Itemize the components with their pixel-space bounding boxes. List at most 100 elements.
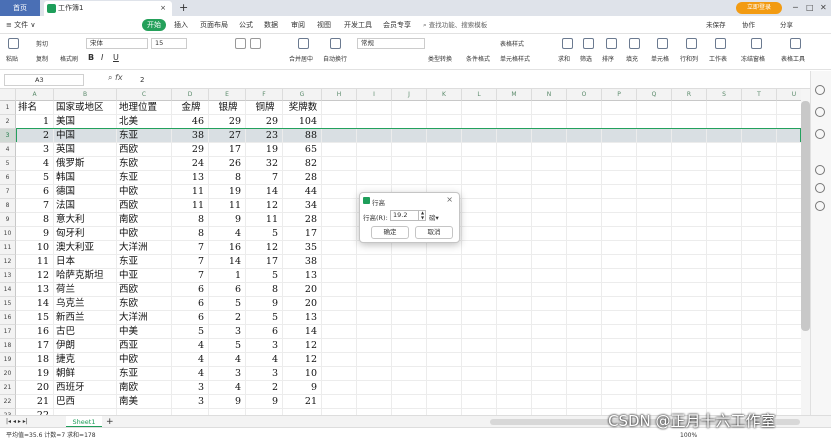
document-tab[interactable]: 工作簿1 × — [44, 1, 172, 16]
sum-button[interactable]: 求和 — [558, 54, 570, 63]
table-cell[interactable] — [567, 395, 602, 409]
table-cell[interactable] — [427, 255, 462, 269]
table-cell[interactable]: 东欧 — [117, 297, 172, 311]
close-tab-icon[interactable]: × — [160, 1, 166, 16]
filter-icon[interactable] — [583, 38, 594, 49]
cell-style-button[interactable]: 单元格样式 — [500, 54, 530, 63]
table-cell[interactable] — [392, 255, 427, 269]
row-header[interactable]: 7 — [0, 185, 16, 199]
table-cell[interactable] — [672, 143, 707, 157]
row-header[interactable]: 4 — [0, 143, 16, 157]
table-cell[interactable] — [322, 171, 357, 185]
table-cell[interactable]: 新西兰 — [54, 311, 117, 325]
table-cell[interactable]: 9 — [283, 381, 322, 395]
table-cell[interactable]: 14 — [16, 297, 54, 311]
table-cell[interactable] — [357, 339, 392, 353]
row-header[interactable]: 20 — [0, 367, 16, 381]
table-cell[interactable] — [742, 353, 777, 367]
table-cell[interactable]: 17 — [209, 143, 246, 157]
align-middle-icon[interactable] — [250, 38, 261, 49]
table-cell[interactable]: 14 — [283, 325, 322, 339]
table-cell[interactable] — [672, 269, 707, 283]
table-cell[interactable] — [392, 101, 427, 115]
table-cell[interactable]: 12 — [16, 269, 54, 283]
row-header[interactable]: 8 — [0, 199, 16, 213]
table-cell[interactable] — [322, 255, 357, 269]
table-cell[interactable] — [427, 129, 462, 143]
sort-button[interactable]: 排序 — [602, 54, 614, 63]
table-cell[interactable] — [602, 227, 637, 241]
table-cell[interactable] — [532, 297, 567, 311]
table-cell[interactable] — [777, 129, 801, 143]
column-header[interactable]: A — [16, 89, 54, 101]
table-cell[interactable] — [707, 255, 742, 269]
row-col-button[interactable]: 行和列 — [680, 54, 698, 63]
table-cell[interactable] — [497, 143, 532, 157]
copy-button[interactable]: 复制 — [36, 54, 48, 63]
table-cell[interactable] — [707, 339, 742, 353]
table-cell[interactable]: 俄罗斯 — [54, 157, 117, 171]
table-cell[interactable] — [707, 325, 742, 339]
table-cell[interactable] — [532, 199, 567, 213]
table-cell[interactable]: 29 — [246, 115, 283, 129]
table-cell[interactable]: 29 — [209, 115, 246, 129]
table-cell[interactable] — [427, 241, 462, 255]
table-cell[interactable]: 5 — [246, 311, 283, 325]
table-cell[interactable] — [707, 311, 742, 325]
table-cell[interactable] — [777, 311, 801, 325]
table-cell[interactable] — [322, 213, 357, 227]
table-cell[interactable] — [567, 311, 602, 325]
home-tab[interactable]: 首页 — [0, 0, 40, 16]
row-header[interactable]: 13 — [0, 269, 16, 283]
table-cell[interactable]: 28 — [283, 171, 322, 185]
unit-select[interactable]: 磅▾ — [429, 212, 439, 222]
table-cell[interactable]: 4 — [172, 367, 209, 381]
row-header[interactable]: 5 — [0, 157, 16, 171]
table-cell[interactable] — [427, 353, 462, 367]
table-cell[interactable] — [357, 269, 392, 283]
table-cell[interactable]: 北美 — [117, 115, 172, 129]
table-cell[interactable] — [637, 185, 672, 199]
table-cell[interactable] — [497, 325, 532, 339]
table-cell[interactable] — [322, 199, 357, 213]
table-cell[interactable]: 46 — [172, 115, 209, 129]
table-cell[interactable]: 12 — [283, 353, 322, 367]
table-cell[interactable] — [322, 129, 357, 143]
table-cell[interactable]: 21 — [283, 395, 322, 409]
table-cell[interactable] — [672, 185, 707, 199]
table-cell[interactable]: 7 — [246, 171, 283, 185]
row-header[interactable]: 9 — [0, 213, 16, 227]
table-cell[interactable]: 乌克兰 — [54, 297, 117, 311]
table-cell[interactable] — [707, 129, 742, 143]
menu-insert[interactable]: 插入 — [174, 16, 188, 34]
new-tab-button[interactable]: + — [179, 0, 188, 15]
table-cell[interactable] — [322, 367, 357, 381]
table-cell[interactable]: 地理位置 — [117, 101, 172, 115]
table-cell[interactable]: 24 — [172, 157, 209, 171]
table-cell[interactable] — [777, 381, 801, 395]
table-cell[interactable] — [357, 325, 392, 339]
collaborate-button[interactable]: 协作 — [742, 16, 755, 34]
table-cell[interactable]: 西班牙 — [54, 381, 117, 395]
table-cell[interactable]: 13 — [283, 269, 322, 283]
table-cell[interactable] — [322, 227, 357, 241]
table-cell[interactable] — [602, 213, 637, 227]
table-cell[interactable] — [672, 297, 707, 311]
table-cell[interactable]: 11 — [172, 185, 209, 199]
table-cell[interactable] — [357, 283, 392, 297]
table-cell[interactable]: 20 — [16, 381, 54, 395]
table-cell[interactable] — [462, 381, 497, 395]
column-header[interactable]: R — [672, 89, 707, 101]
table-cell[interactable]: 2 — [209, 311, 246, 325]
table-cell[interactable] — [462, 269, 497, 283]
table-cell[interactable] — [322, 157, 357, 171]
table-cell[interactable] — [672, 157, 707, 171]
table-cell[interactable] — [707, 227, 742, 241]
table-cell[interactable] — [357, 143, 392, 157]
table-cell[interactable] — [637, 129, 672, 143]
menu-developer[interactable]: 开发工具 — [344, 16, 372, 34]
table-cell[interactable] — [602, 101, 637, 115]
table-cell[interactable] — [742, 171, 777, 185]
table-cell[interactable] — [637, 353, 672, 367]
table-cell[interactable] — [497, 367, 532, 381]
